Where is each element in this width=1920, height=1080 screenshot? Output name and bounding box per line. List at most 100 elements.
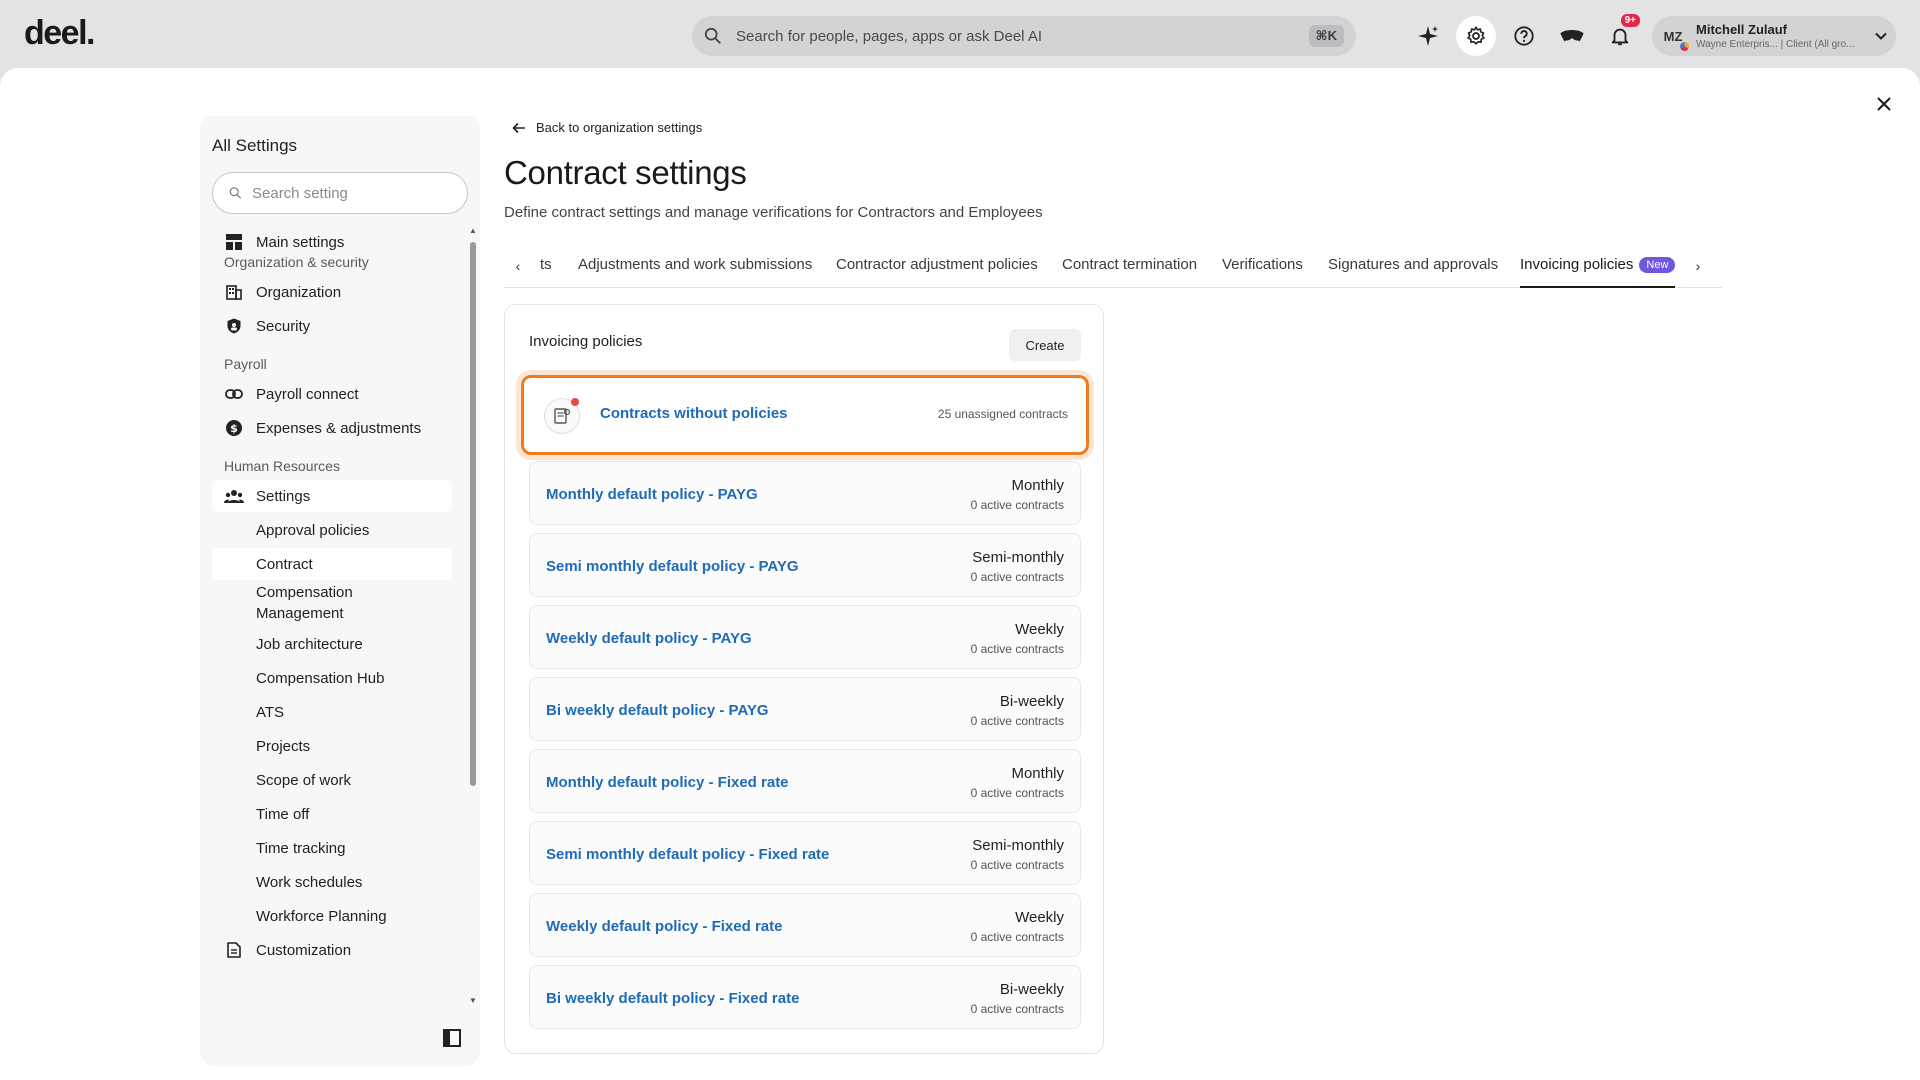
help-button[interactable] <box>1504 16 1544 56</box>
policy-frequency: Monthly <box>1011 765 1064 782</box>
sidebar-scrollbar[interactable] <box>470 242 476 786</box>
document-icon <box>224 940 244 960</box>
contracts-without-policies-row[interactable]: Contracts without policies 25 unassigned… <box>521 375 1089 455</box>
section-org-security: Organization & security <box>224 254 369 270</box>
deel-logo[interactable]: deel. <box>24 14 95 53</box>
arrow-left-icon <box>512 122 525 133</box>
policy-name: Monthly default policy - Fixed rate <box>546 774 789 791</box>
policy-frequency: Monthly <box>1011 477 1064 494</box>
policy-frequency: Semi-monthly <box>972 549 1064 566</box>
sidebar-item-hr-settings[interactable]: Settings <box>212 480 452 512</box>
sidebar-item-approval-policies[interactable]: Approval policies <box>212 514 452 546</box>
policy-row[interactable]: Monthly default policy - PAYG Monthly 0 … <box>529 461 1081 525</box>
tab-label: Invoicing policies <box>1520 256 1634 273</box>
user-subtitle: Wayne Enterpris... | Client (All gro... <box>1696 39 1855 50</box>
policy-active-count: 0 active contracts <box>970 570 1064 584</box>
notifications-button[interactable]: 9+ <box>1600 12 1642 56</box>
policy-row[interactable]: Bi weekly default policy - PAYG Bi-weekl… <box>529 677 1081 741</box>
sidebar-item-label: Customization <box>256 941 352 959</box>
sidebar-item-workforce-planning[interactable]: Workforce Planning <box>212 900 452 932</box>
sidebar-item-label: Payroll connect <box>256 385 359 403</box>
policy-active-count: 0 active contracts <box>970 642 1064 656</box>
sidebar-item-label: Time off <box>256 805 310 823</box>
back-to-organization-link[interactable]: Back to organization settings <box>512 120 702 135</box>
avatar: MZ <box>1658 21 1689 51</box>
ai-sparkle-button[interactable] <box>1408 16 1448 56</box>
sidebar-item-time-off[interactable]: Time off <box>212 798 452 830</box>
close-button[interactable] <box>1872 92 1896 116</box>
sidebar-item-contract[interactable]: Contract <box>212 548 452 580</box>
sidebar-item-work-schedules[interactable]: Work schedules <box>212 866 452 898</box>
policy-active-count: 0 active contracts <box>970 1002 1064 1016</box>
sidebar-item-job-architecture[interactable]: Job architecture <box>212 628 452 660</box>
tab-adjustments[interactable]: Adjustments and work submissions <box>578 256 812 288</box>
setting-search[interactable] <box>212 172 468 214</box>
user-name: Mitchell Zulauf <box>1696 22 1787 37</box>
back-link-label: Back to organization settings <box>536 120 703 135</box>
tab-contract-termination[interactable]: Contract termination <box>1062 256 1197 288</box>
policy-frequency: Semi-monthly <box>972 837 1064 854</box>
sidebar-item-customization[interactable]: Customization <box>212 934 452 966</box>
global-search-placeholder: Search for people, pages, apps or ask De… <box>736 27 1043 45</box>
dollar-icon: $ <box>224 418 244 438</box>
policy-name: Weekly default policy - PAYG <box>546 630 752 647</box>
tabs-scroll-right[interactable]: › <box>1688 258 1708 274</box>
sidebar-item-ats[interactable]: ATS <box>212 696 452 728</box>
sidebar-item-label: ATS <box>256 703 285 721</box>
sidebar-item-time-tracking[interactable]: Time tracking <box>212 832 452 864</box>
new-badge: New <box>1639 257 1676 273</box>
sidebar-item-scope-of-work[interactable]: Scope of work <box>212 764 452 796</box>
settings-sheet: All Settings Main settings Organization … <box>0 68 1920 1080</box>
create-button[interactable]: Create <box>1009 329 1081 361</box>
sidebar-item-label: Contract <box>256 555 313 573</box>
scroll-up-arrow[interactable]: ▲ <box>468 226 478 236</box>
tab-invoicing-policies[interactable]: Invoicing policies New <box>1520 256 1676 288</box>
sidebar-item-label: Work schedules <box>256 873 363 891</box>
policy-row[interactable]: Semi monthly default policy - Fixed rate… <box>529 821 1081 885</box>
unassigned-contract-icon <box>544 398 580 434</box>
privacy-mask-button[interactable] <box>1552 16 1592 56</box>
user-menu[interactable]: MZ Mitchell Zulauf Wayne Enterpris... | … <box>1652 16 1896 56</box>
policy-frequency: Weekly <box>1015 621 1064 638</box>
sidebar-item-label: Job architecture <box>256 635 363 653</box>
policy-row[interactable]: Weekly default policy - Fixed rate Weekl… <box>529 893 1081 957</box>
setting-search-input[interactable] <box>252 184 451 202</box>
settings-button[interactable] <box>1456 16 1496 56</box>
scroll-down-arrow[interactable]: ▼ <box>468 996 478 1006</box>
chevron-down-icon <box>1875 32 1887 40</box>
sidebar-item-label: Compensation Management <box>256 582 353 624</box>
page-description: Define contract settings and manage veri… <box>504 204 1043 221</box>
tab-contractor-adjustment[interactable]: Contractor adjustment policies <box>836 256 1038 288</box>
search-shortcut: ⌘K <box>1308 25 1344 47</box>
policy-row[interactable]: Bi weekly default policy - Fixed rate Bi… <box>529 965 1081 1029</box>
settings-tabs: ‹ ts Adjustments and work submissions Co… <box>504 246 1722 288</box>
sidebar-item-compensation-hub[interactable]: Compensation Hub <box>212 662 452 694</box>
sidebar-item-expenses[interactable]: $ Expenses & adjustments <box>212 412 452 444</box>
collapse-sidebar-button[interactable] <box>442 1028 462 1048</box>
sidebar-item-projects[interactable]: Projects <box>212 730 452 762</box>
policy-row[interactable]: Weekly default policy - PAYG Weekly 0 ac… <box>529 605 1081 669</box>
tabs-scroll-left[interactable]: ‹ <box>508 258 528 274</box>
sidebar-item-payroll-connect[interactable]: Payroll connect <box>212 378 452 410</box>
sidebar-toggle-icon <box>443 1029 461 1047</box>
label-line-1: Compensation <box>256 584 353 601</box>
sidebar-item-compensation-management[interactable]: Compensation Management <box>212 582 452 626</box>
tab-verifications[interactable]: Verifications <box>1222 256 1303 288</box>
tab-signatures[interactable]: Signatures and approvals <box>1328 256 1498 288</box>
policy-row[interactable]: Monthly default policy - Fixed rate Mont… <box>529 749 1081 813</box>
sidebar-item-label: Compensation Hub <box>256 669 385 687</box>
sidebar-item-organization[interactable]: Organization <box>212 276 452 308</box>
avatar-initials: MZ <box>1663 28 1683 44</box>
gear-icon <box>1467 26 1485 45</box>
tab-partial[interactable]: ts <box>540 256 552 288</box>
policy-row[interactable]: Semi monthly default policy - PAYG Semi-… <box>529 533 1081 597</box>
sidebar-item-label: Organization <box>256 283 342 301</box>
policy-frequency: Weekly <box>1015 909 1064 926</box>
svg-text:$: $ <box>230 422 238 435</box>
global-search-bar[interactable]: Search for people, pages, apps or ask De… <box>692 16 1356 56</box>
sidebar-item-security[interactable]: Security <box>212 310 452 342</box>
sidebar-item-label: Main settings <box>256 233 345 251</box>
policy-name: Weekly default policy - Fixed rate <box>546 918 783 935</box>
top-icons: 9+ <box>1408 12 1642 56</box>
policy-active-count: 0 active contracts <box>970 930 1064 944</box>
